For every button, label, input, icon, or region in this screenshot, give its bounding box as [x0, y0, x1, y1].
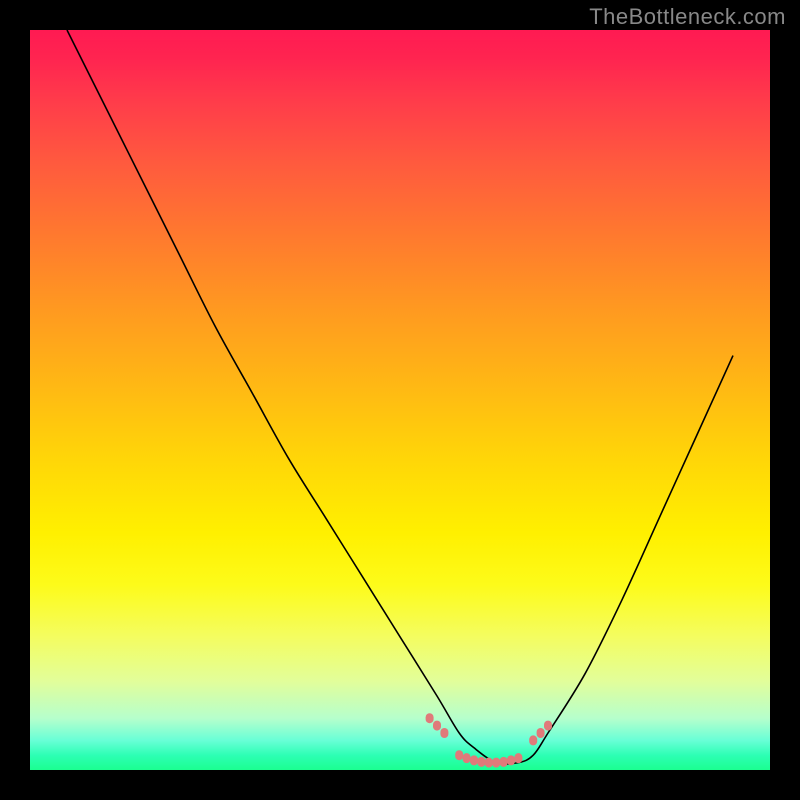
marker-dot — [544, 721, 552, 731]
marker-dot — [433, 721, 441, 731]
marker-dot — [507, 755, 515, 765]
marker-dot — [485, 758, 493, 768]
bottleneck-curve — [67, 30, 733, 764]
curve-layer — [30, 30, 770, 770]
marker-dot — [426, 713, 434, 723]
marker-dot — [500, 757, 508, 767]
chart-frame: TheBottleneck.com — [0, 0, 800, 800]
marker-dot — [440, 728, 448, 738]
marker-dot — [492, 758, 500, 768]
marker-dot — [537, 728, 545, 738]
marker-dot — [455, 750, 463, 760]
marker-dot — [463, 753, 471, 763]
marker-dot — [477, 757, 485, 767]
watermark-text: TheBottleneck.com — [589, 4, 786, 30]
marker-dot — [470, 755, 478, 765]
highlight-markers — [426, 713, 552, 767]
plot-area — [30, 30, 770, 770]
marker-dot — [529, 735, 537, 745]
marker-dot — [514, 753, 522, 763]
